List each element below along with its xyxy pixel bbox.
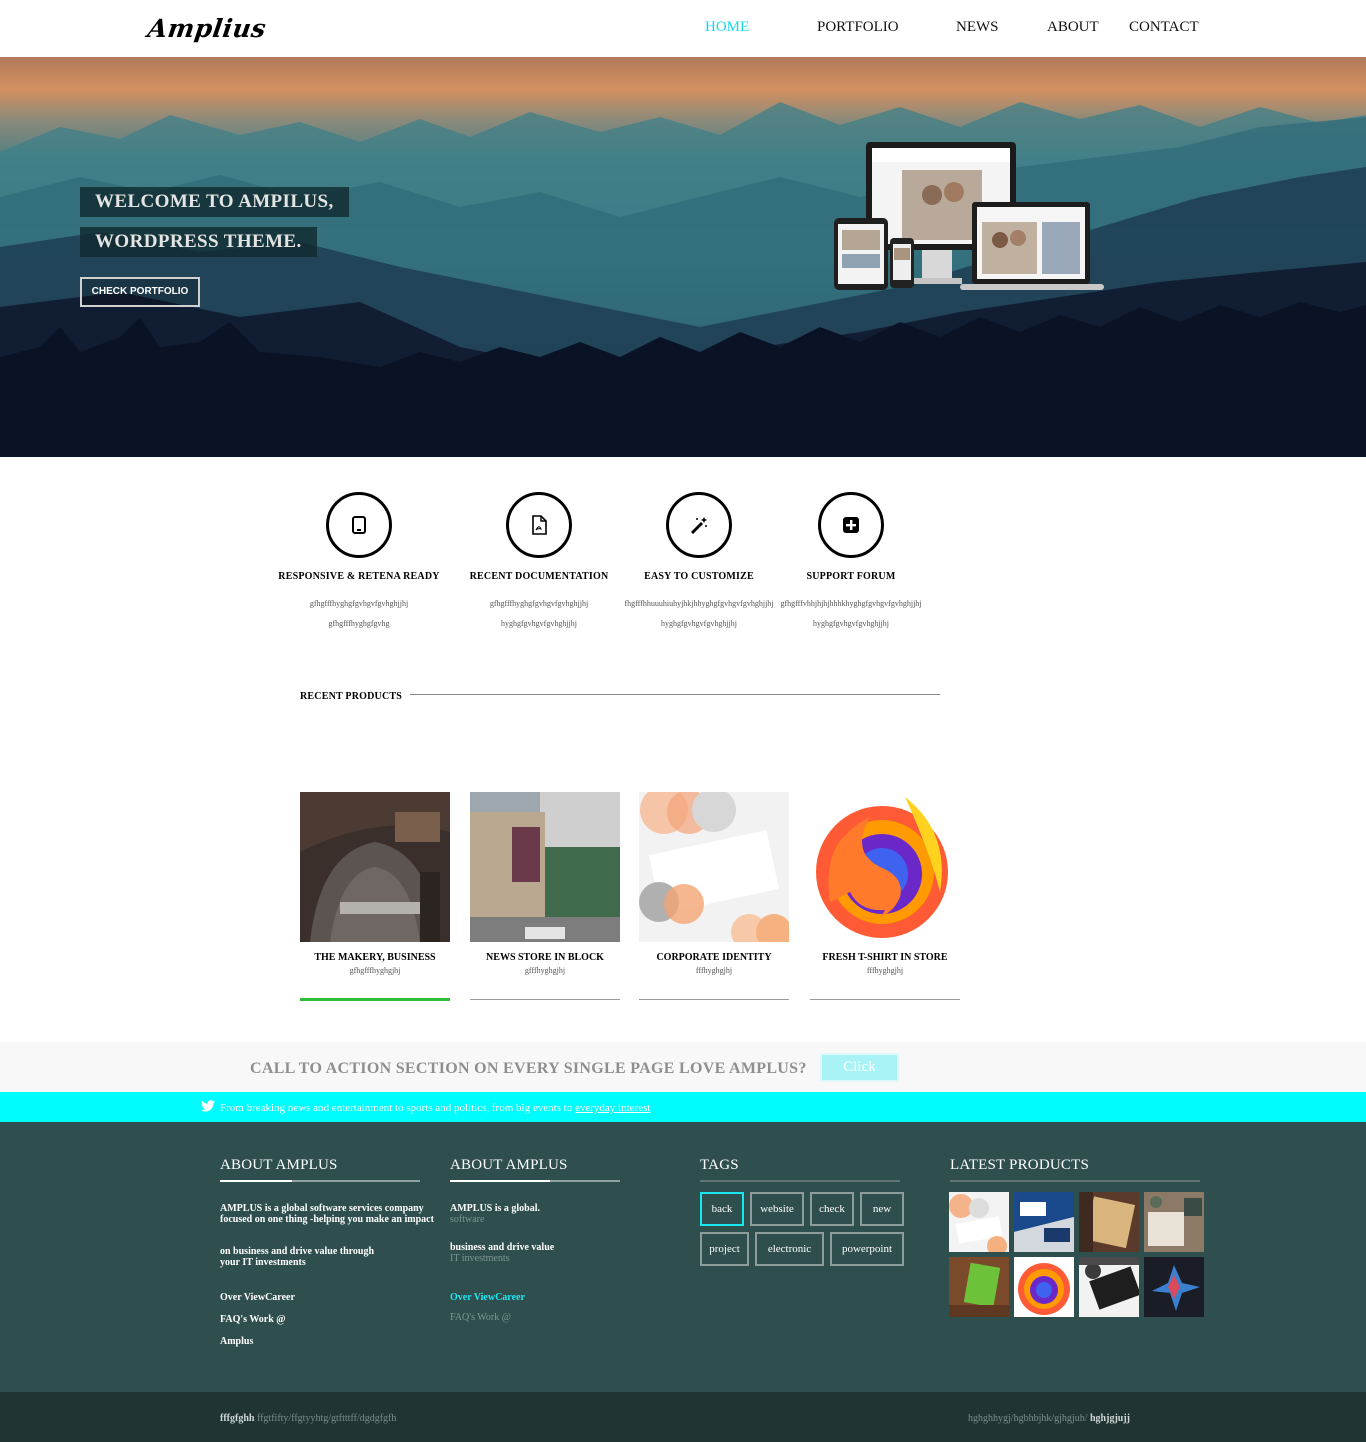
footer-col2-link-faq[interactable]: FAQ's Work @ bbox=[450, 1312, 511, 1323]
product-thumbnail[interactable] bbox=[470, 792, 620, 942]
footer-latest-rule bbox=[950, 1180, 1200, 1182]
footer-col2-rule bbox=[450, 1180, 620, 1182]
footer-col1-para2: on business and drive value through your … bbox=[220, 1246, 375, 1268]
nav-contact[interactable]: CONTACT bbox=[1129, 19, 1199, 36]
latest-product-thumb[interactable] bbox=[1014, 1192, 1074, 1252]
footer-link-faq[interactable]: FAQ's Work @ bbox=[220, 1314, 286, 1325]
latest-product-thumb[interactable] bbox=[1144, 1257, 1204, 1317]
product-card[interactable]: FRESH T-SHIRT IN STORE fffhyghgjhj bbox=[810, 792, 960, 1000]
footer-tags-title: TAGS bbox=[700, 1157, 739, 1173]
product-name[interactable]: FRESH T-SHIRT IN STORE bbox=[810, 952, 960, 963]
feature-desc: gfhgfffhyghgfgvhgvfgvhghjjhj hyghgfgvhgvf… bbox=[489, 599, 589, 628]
product-thumbnail[interactable] bbox=[639, 792, 789, 942]
tablet-icon bbox=[352, 516, 366, 534]
feature-title: RESPONSIVE & RETENA READY bbox=[278, 571, 440, 582]
site-logo[interactable]: Amplius bbox=[146, 14, 268, 43]
mountain-landscape bbox=[0, 102, 1366, 457]
product-underline bbox=[470, 999, 620, 1000]
footer-col1-para1: AMPLUS is a global software services com… bbox=[220, 1203, 434, 1225]
workshop-photo bbox=[300, 792, 450, 942]
footer-latest-title: LATEST PRODUCTS bbox=[950, 1157, 1089, 1173]
product-underline bbox=[300, 998, 450, 1001]
product-desc: fffhyghgjhj bbox=[695, 966, 733, 975]
pdf-file-icon bbox=[532, 515, 547, 535]
bottom-left-text: fffgfghh ffgtfifty/ffgtyyhtg/gtftttff/dg… bbox=[220, 1413, 397, 1424]
site-header: Amplius HOME PORTFOLIO NEWS ABOUT CONTAC… bbox=[0, 0, 1366, 57]
tag-project[interactable]: project bbox=[700, 1232, 749, 1266]
feature-responsive: RESPONSIVE & RETENA READY gfhgfffhyghgfg… bbox=[269, 492, 449, 634]
tag-powerpoint[interactable]: powerpoint bbox=[830, 1232, 904, 1266]
feature-desc: gfhgfffvhhjhjhjhhhkhyghgfgvhgvfgvhghjjhj… bbox=[780, 599, 922, 628]
feature-icon-circle bbox=[326, 492, 392, 558]
feature-icon-circle bbox=[666, 492, 732, 558]
nav-portfolio[interactable]: PORTFOLIO bbox=[817, 19, 899, 36]
store-front-photo bbox=[470, 792, 620, 942]
hero-headline-line2: WORDPRESS THEME. bbox=[80, 227, 317, 257]
product-name[interactable]: NEWS STORE IN BLOCK bbox=[470, 952, 620, 963]
nav-about[interactable]: ABOUT bbox=[1047, 19, 1099, 36]
product-card[interactable]: THE MAKERY, BUSINESS gfhgfffhyghgjhj bbox=[300, 792, 450, 1001]
hero-banner: WELCOME TO AMPILUS, WORDPRESS THEME. CHE… bbox=[0, 57, 1366, 457]
call-to-action-section: CALL TO ACTION SECTION ON EVERY SINGLE P… bbox=[0, 1042, 1366, 1092]
product-underline bbox=[639, 999, 789, 1000]
cta-text: CALL TO ACTION SECTION ON EVERY SINGLE P… bbox=[250, 1060, 807, 1077]
product-card[interactable]: NEWS STORE IN BLOCK gfffhyghgjhj bbox=[470, 792, 620, 1000]
product-desc: gfffhyghgjhj bbox=[524, 966, 566, 975]
feature-title: RECENT DOCUMENTATION bbox=[469, 571, 609, 582]
site-footer: ABOUT AMPLUS AMPLUS is a global software… bbox=[0, 1122, 1366, 1392]
plus-square-icon bbox=[843, 517, 859, 533]
product-thumbnail[interactable] bbox=[300, 792, 450, 942]
tag-new[interactable]: new bbox=[860, 1192, 904, 1226]
responsive-devices-image bbox=[834, 142, 1104, 290]
product-underline bbox=[810, 999, 960, 1000]
footer-link-overview-career[interactable]: Over ViewCareer bbox=[220, 1292, 295, 1303]
twitter-link[interactable]: everyday interest bbox=[575, 1102, 650, 1114]
product-desc: gfhgfffhyghgjhj bbox=[349, 966, 401, 975]
tag-electronic[interactable]: electronic bbox=[755, 1232, 824, 1266]
footer-col2-para2: business and drive value IT investments bbox=[450, 1242, 555, 1264]
latest-product-thumb[interactable] bbox=[1079, 1192, 1139, 1252]
feature-icon-circle bbox=[818, 492, 884, 558]
product-name[interactable]: CORPORATE IDENTITY bbox=[639, 952, 789, 963]
latest-product-thumb[interactable] bbox=[1014, 1257, 1074, 1317]
footer-col2-title: ABOUT AMPLUS bbox=[450, 1157, 568, 1173]
product-thumbnail[interactable] bbox=[810, 792, 960, 942]
footer-link-amplus[interactable]: Amplus bbox=[220, 1336, 253, 1347]
tag-check[interactable]: check bbox=[810, 1192, 854, 1226]
twitter-strip: From breaking news and entertainment to … bbox=[0, 1092, 1366, 1122]
hero-headline-line1: WELCOME TO AMPILUS, bbox=[80, 187, 349, 217]
feature-desc: gfhgfffhyghgfgvhgvfgvhghjjhj gfhgfffhyghg… bbox=[309, 599, 409, 628]
bottom-bar: fffgfghh ffgtfifty/ffgtyyhtg/gtftttff/dg… bbox=[0, 1392, 1366, 1442]
latest-product-thumb[interactable] bbox=[1079, 1257, 1139, 1317]
footer-tags-rule bbox=[700, 1180, 900, 1182]
twitter-feed-text: From breaking news and entertainment to … bbox=[220, 1102, 651, 1114]
tag-website[interactable]: website bbox=[750, 1192, 804, 1226]
bottom-right-text: hghghhygj/hgbhbjhk/gjhgjuh/ hghjgjujj bbox=[968, 1413, 1130, 1424]
nav-home[interactable]: HOME bbox=[705, 19, 749, 36]
footer-col1-title: ABOUT AMPLUS bbox=[220, 1157, 338, 1173]
footer-col1-rule bbox=[220, 1180, 420, 1182]
feature-documentation: RECENT DOCUMENTATION gfhgfffhyghgfgvhgvf… bbox=[449, 492, 629, 634]
footer-col2-link-overview-career[interactable]: Over ViewCareer bbox=[450, 1292, 525, 1303]
cta-click-button[interactable]: Click bbox=[820, 1053, 899, 1082]
product-card[interactable]: CORPORATE IDENTITY fffhyghgjhj bbox=[639, 792, 789, 1000]
product-name[interactable]: THE MAKERY, BUSINESS bbox=[300, 952, 450, 963]
latest-product-thumb[interactable] bbox=[949, 1192, 1009, 1252]
latest-product-thumb[interactable] bbox=[1144, 1192, 1204, 1252]
firefox-logo-image bbox=[810, 792, 960, 942]
check-portfolio-button[interactable]: CHECK PORTFOLIO bbox=[80, 277, 200, 307]
venn-diagram-slide bbox=[639, 792, 789, 942]
feature-support: SUPPORT FORUM gfhgfffvhhjhjhjhhhkhyghgfg… bbox=[761, 492, 941, 634]
tag-back[interactable]: back bbox=[700, 1192, 744, 1226]
latest-product-thumb[interactable] bbox=[949, 1257, 1009, 1317]
feature-icon-circle bbox=[506, 492, 572, 558]
twitter-icon[interactable] bbox=[201, 1100, 215, 1112]
section-divider bbox=[410, 694, 940, 695]
recent-products-title: RECENT PRODUCTS bbox=[300, 691, 402, 702]
feature-title: SUPPORT FORUM bbox=[806, 571, 896, 582]
nav-news[interactable]: NEWS bbox=[956, 19, 999, 36]
product-desc: fffhyghgjhj bbox=[866, 966, 904, 975]
magic-wand-icon bbox=[690, 517, 707, 535]
footer-col2-para1: AMPLUS is a global. software bbox=[450, 1203, 541, 1225]
